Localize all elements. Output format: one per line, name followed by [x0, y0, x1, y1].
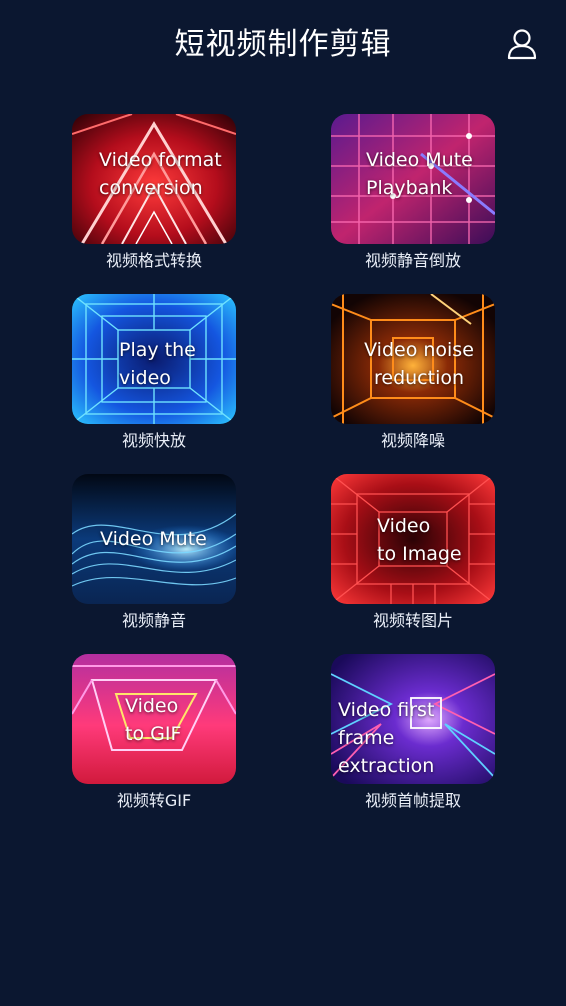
app-screen: 短视频制作剪辑 Video format conversion 视频格式转换 V… [0, 0, 566, 1006]
tool-thumbnail: Video first frame extraction [331, 654, 495, 784]
tool-card-mute-playback[interactable]: Video Mute Playbank 视频静音倒放 [331, 114, 495, 270]
tool-thumbnail: Play the video [72, 294, 236, 424]
tool-label: 视频转图片 [372, 611, 453, 630]
thumbnail-caption: Video noise reduction [364, 339, 474, 389]
thumbnail-caption: Video Mute [100, 528, 207, 550]
tool-label: 视频格式转换 [105, 251, 202, 270]
thumbnail-caption: Video format conversion [99, 149, 222, 199]
thumbnail-caption: Video first frame extraction [338, 699, 435, 777]
thumbnail-caption: Video to GIF [125, 695, 182, 745]
tool-card-fast-play[interactable]: Play the video 视频快放 [72, 294, 236, 450]
tool-label: 视频静音 [121, 611, 186, 630]
tool-grid: Video format conversion 视频格式转换 Video Mut… [0, 0, 566, 1006]
tool-thumbnail: Video noise reduction [331, 294, 495, 424]
tool-label: 视频首帧提取 [364, 791, 461, 810]
tool-card-to-image[interactable]: Video to Image 视频转图片 [331, 474, 495, 630]
tool-card-noise-reduction[interactable]: Video noise reduction 视频降噪 [331, 294, 495, 450]
tool-label: 视频静音倒放 [364, 251, 461, 270]
tool-label: 视频快放 [121, 431, 186, 450]
tool-card-to-gif[interactable]: Video to GIF 视频转GIF [72, 654, 236, 810]
thumbnail-caption: Video to Image [377, 515, 462, 565]
thumbnail-caption: Play the video [119, 339, 196, 389]
tool-thumbnail: Video Mute Playbank [331, 114, 495, 244]
tool-card-format-conversion[interactable]: Video format conversion 视频格式转换 [72, 114, 236, 270]
tool-card-mute[interactable]: Video Mute 视频静音 [72, 474, 236, 630]
thumbnail-caption: Video Mute Playbank [366, 149, 473, 199]
tool-label: 视频转GIF [116, 791, 192, 810]
tool-card-first-frame[interactable]: Video first frame extraction 视频首帧提取 [331, 654, 495, 810]
tool-thumbnail: Video to Image [331, 474, 495, 604]
tool-thumbnail: Video to GIF [72, 654, 236, 784]
tool-thumbnail: Video format conversion [72, 114, 236, 244]
tool-thumbnail: Video Mute [72, 474, 236, 604]
tool-label: 视频降噪 [380, 431, 445, 450]
